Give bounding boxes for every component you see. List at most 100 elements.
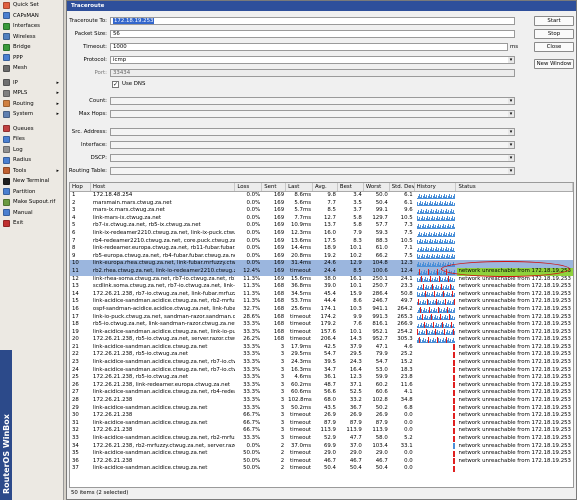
stddev-cell: 7.5 (404, 229, 413, 236)
table-row[interactable]: 34 172.26.21.238, rb2-mrfuzzy.ctwug.za.ne… (70, 443, 573, 451)
close-button[interactable]: Close (534, 42, 574, 52)
table-row[interactable]: 18 rb5-io.ctwug.za.net, link-sandman-razo… (70, 321, 573, 329)
column-header-hop[interactable]: Hop (70, 183, 91, 191)
table-row[interactable]: 9 rb5-europa.ctwug.za.net, rb4-fubar.fuba… (70, 253, 573, 261)
interface-select[interactable]: ▾ (110, 141, 515, 149)
sidebar-item-routing[interactable]: Routing ▸ (0, 99, 63, 110)
table-row[interactable]: 20 172.26.21.238, rb5-io.ctwug.za.net, se… (70, 336, 573, 344)
table-row[interactable]: 5 rb7-ix.ctwug.za.net, rb5-ix.ctwug.za.ne… (70, 222, 573, 230)
sidebar-item-ppp[interactable]: PPP (0, 53, 63, 64)
table-row[interactable]: 7 rb4-redeamer2210.ctwug.za.net, core.puc… (70, 238, 573, 246)
column-header-loss[interactable]: Loss (235, 183, 263, 191)
column-header-status[interactable]: Status (456, 183, 573, 191)
table-row[interactable]: 23 link-acidice-sandman.acidice.ctwug.za.… (70, 359, 573, 367)
traceroute-to-input[interactable]: 172.18.19.253 (110, 17, 515, 25)
table-row[interactable]: 15 link-acidice-sandman.acidice.ctwug.za.… (70, 298, 573, 306)
table-row[interactable]: 17 link-io-puck.ctwug.za.net, sandman-raz… (70, 314, 573, 322)
dropdown-arrow-icon[interactable]: ▾ (508, 111, 514, 117)
sidebar-item-make-supout-rif[interactable]: Make Supout.rif (0, 197, 63, 208)
sidebar-item-bridge[interactable]: Bridge (0, 42, 63, 53)
history-bar (453, 298, 455, 305)
max-hops-input[interactable]: ▾ (110, 110, 515, 118)
dropdown-arrow-icon[interactable]: ▾ (508, 57, 514, 63)
table-row[interactable]: 8 link-redeamer.europa.ctwug.za.net, rb11… (70, 245, 573, 253)
table-row[interactable]: 16 ospf-sandman-acidice.acidice.ctwug.za.… (70, 306, 573, 314)
dropdown-arrow-icon[interactable]: ▾ (508, 155, 514, 161)
best-cell: 46.7 (349, 457, 362, 464)
column-header-std-dev[interactable]: Std. Dev. (390, 183, 415, 191)
chevron-right-icon: ▸ (56, 111, 59, 118)
sidebar-item-capsman[interactable]: CAPsMAN (0, 11, 63, 22)
column-header-avg[interactable]: Avg. (313, 183, 338, 191)
sidebar-item-mesh[interactable]: Mesh (0, 63, 63, 74)
sidebar-item-tools[interactable]: Tools ▸ (0, 166, 63, 177)
routing-table-select[interactable]: ▾ (110, 167, 515, 175)
table-row[interactable]: 25 172.26.21.238, rb5-io.ctwug.za.net 33.3… (70, 374, 573, 382)
sidebar-item-partition[interactable]: Partition (0, 187, 63, 198)
column-header-last[interactable]: Last (286, 183, 313, 191)
table-row[interactable]: 29 link-acidice-sandman.acidice.ctwug.za.… (70, 405, 573, 413)
protocol-select[interactable]: icmp ▾ (110, 56, 515, 64)
start-button[interactable]: Start (534, 16, 574, 26)
table-row[interactable]: 30 172.26.21.238 66.7% 3 timeout 26.9 26.9 26.9… (70, 412, 573, 420)
dscp-input[interactable]: ▾ (110, 154, 515, 162)
table-row[interactable]: 33 link-acidice-sandman.acidice.ctwug.za.… (70, 435, 573, 443)
status-bar: 50 items (2 selected) (71, 490, 129, 496)
table-row[interactable]: 27 link-acidice-sandman.acidice.ctwug.za.… (70, 389, 573, 397)
packet-size-input[interactable]: 56 (110, 30, 515, 38)
table-row[interactable]: 22 172.26.21.238, rb5-io.ctwug.za.net 33.3… (70, 351, 573, 359)
sent-cell: 168 (273, 305, 285, 312)
table-row[interactable]: 1 172.18.48.254 0.0% 169 8.6ms 9.8 3.4 50.0 6.1 (70, 192, 573, 200)
sidebar-item-wireless[interactable]: Wireless (0, 32, 63, 43)
new-window-button[interactable]: New Window (534, 59, 574, 69)
sidebar-item-ip[interactable]: IP ▸ (0, 78, 63, 89)
sidebar-item-files[interactable]: Files (0, 134, 63, 145)
table-row[interactable]: 35 link-acidice-sandman.acidice.ctwug.za.… (70, 450, 573, 458)
history-sparkline (415, 420, 457, 428)
table-row[interactable]: 26 172.26.21.238, link-redeamer.europa.ct… (70, 382, 573, 390)
table-row[interactable]: 2 marsmain.mars.ctwug.za.net 0.0% 169 5.6ms 7… (70, 200, 573, 208)
sidebar-item-label: Log (13, 146, 23, 153)
sidebar-item-queues[interactable]: Queues (0, 124, 63, 135)
table-row[interactable]: 14 172.26.21.238, rb7-io.ctwug.za.net, li… (70, 291, 573, 299)
table-row[interactable]: 6 link-ix-redeamer2210.ctwug.za.net, link… (70, 230, 573, 238)
sidebar-item-radius[interactable]: Radius (0, 155, 63, 166)
dropdown-arrow-icon[interactable]: ▾ (508, 142, 514, 148)
table-row[interactable]: 37 link-acidice-sandman.acidice.ctwug.za.… (70, 465, 573, 473)
table-row[interactable]: 32 172.26.21.238 66.7% 3 timeout 113.9 113.9 11… (70, 427, 573, 435)
column-header-best[interactable]: Best (338, 183, 364, 191)
src-address-input[interactable]: ▾ (110, 128, 515, 136)
sidebar-item-quick-set[interactable]: Quick Set (0, 0, 63, 11)
table-row[interactable]: 31 link-acidice-sandman.acidice.ctwug.za.… (70, 420, 573, 428)
sidebar-item-new-terminal[interactable]: New Terminal (0, 176, 63, 187)
sidebar-item-label: PPP (13, 54, 23, 61)
count-input[interactable]: ▾ (110, 97, 515, 105)
table-row[interactable]: 21 link-acidice-sandman.acidice.ctwug.za.… (70, 344, 573, 352)
table-row[interactable]: 28 172.26.21.238 33.3% 3 102.8ms 68.0 33.2 102.… (70, 397, 573, 405)
sidebar-item-mpls[interactable]: MPLS ▸ (0, 88, 63, 99)
use-dns-checkbox[interactable]: ✓ (112, 80, 119, 88)
column-header-worst[interactable]: Worst (364, 183, 390, 191)
timeout-input[interactable]: 1000 (110, 43, 508, 51)
host-cell: link-ix-redeamer2210.ctwug.za.net, link-… (92, 229, 235, 236)
sidebar-item-manual[interactable]: Manual (0, 208, 63, 219)
table-row[interactable]: 24 link-acidice-sandman.acidice.ctwug.za.… (70, 367, 573, 375)
table-row[interactable]: 36 172.26.21.238 50.0% 2 timeout 46.7 46.7 46.7… (70, 458, 573, 466)
sidebar-item-interfaces[interactable]: Interfaces (0, 21, 63, 32)
table-row[interactable]: 13 scdlink.soma.ctwug.za.net, rb7-io.ctwu… (70, 283, 573, 291)
dropdown-arrow-icon[interactable]: ▾ (508, 98, 514, 104)
last-cell: timeout (290, 465, 312, 472)
sidebar-item-exit[interactable]: Exit (0, 218, 63, 229)
column-header-sent[interactable]: Sent (262, 183, 287, 191)
sidebar-item-system[interactable]: System ▸ (0, 109, 63, 120)
table-row[interactable]: 4 link-mars-ix.ctwug.za.net 0.0% 169 7.7ms 12… (70, 215, 573, 223)
column-header-host[interactable]: Host (91, 183, 236, 191)
dropdown-arrow-icon[interactable]: ▾ (508, 129, 514, 135)
stop-button[interactable]: Stop (534, 29, 574, 39)
dropdown-arrow-icon[interactable]: ▾ (508, 168, 514, 174)
sidebar-item-log[interactable]: Log (0, 145, 63, 156)
table-row[interactable]: 3 mars-ix.mars.ctwug.za.net 0.0% 169 5.7ms 8.… (70, 207, 573, 215)
table-row[interactable]: 19 link-acidice-sandman.acidice.ctwug.za.… (70, 329, 573, 337)
column-header-history[interactable]: History (415, 183, 457, 191)
port-input[interactable]: 33434 (110, 69, 515, 77)
